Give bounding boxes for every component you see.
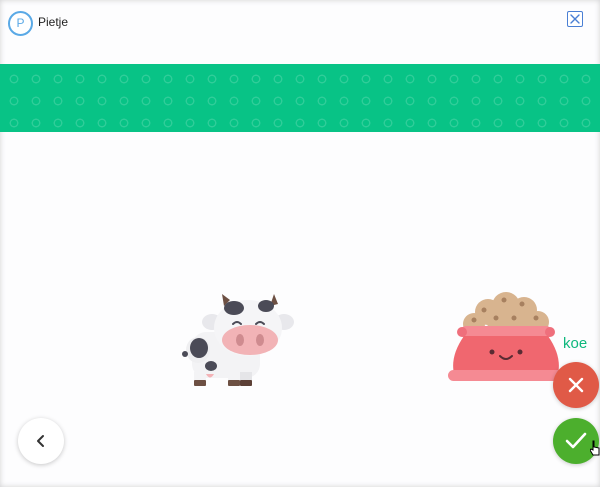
header: P Pietje — [0, 0, 600, 64]
close-icon — [570, 14, 580, 24]
back-button[interactable] — [18, 418, 64, 464]
banner — [0, 64, 600, 132]
wrong-button[interactable] — [553, 362, 599, 408]
food-bowl-image[interactable] — [444, 280, 564, 384]
target-word[interactable]: koe — [563, 335, 587, 352]
check-icon — [565, 432, 587, 449]
avatar[interactable]: P — [8, 11, 33, 36]
exercise-area — [0, 132, 600, 487]
close-button[interactable] — [567, 11, 583, 27]
mouse-pointer-icon — [590, 440, 600, 456]
chevron-left-icon — [37, 435, 44, 447]
username: Pietje — [38, 15, 69, 29]
cow-image[interactable] — [178, 292, 298, 388]
cross-icon — [568, 377, 584, 393]
app-window: P Pietje koe — [0, 0, 600, 487]
